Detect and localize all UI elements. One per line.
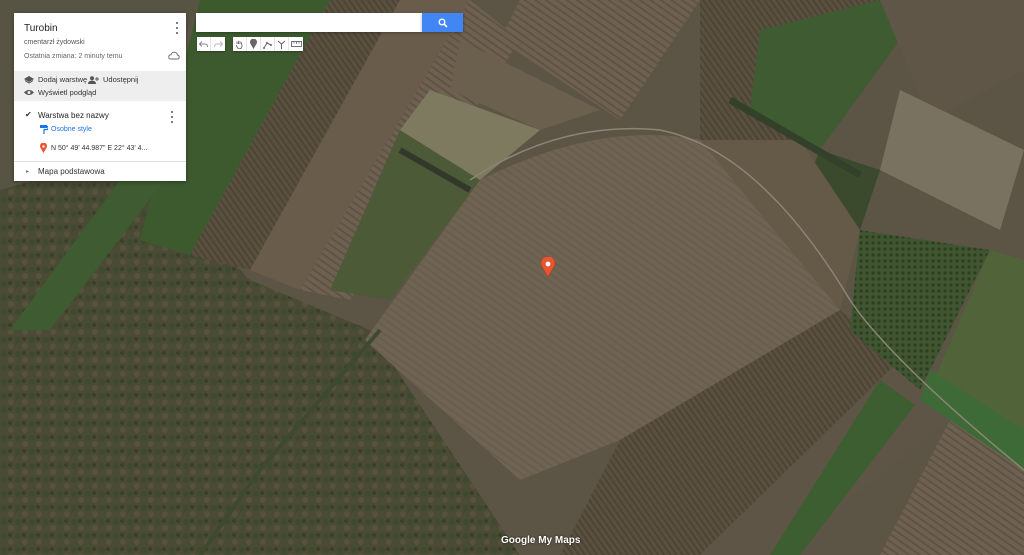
map-options-menu-icon[interactable] <box>172 22 182 34</box>
expand-arrow-icon: ▸ <box>26 169 30 175</box>
layer-item[interactable]: N 50° 49' 44.987" E 22° 43' 4... <box>40 143 147 153</box>
share-label: Udostępnij <box>103 75 139 84</box>
last-change-status: Ostatnia zmiana: 2 minuty temu <box>24 53 123 60</box>
undo-button[interactable] <box>197 37 211 51</box>
eye-icon <box>24 90 34 95</box>
layer-item-label: N 50° 49' 44.987" E 22° 43' 4... <box>51 144 148 152</box>
search-icon <box>438 18 448 28</box>
hand-icon <box>236 40 243 49</box>
add-layer-label: Dodaj warstwę <box>38 75 88 84</box>
paint-roller-icon <box>40 125 48 134</box>
directions-icon <box>277 40 286 49</box>
cloud-saved-icon <box>168 51 180 60</box>
line-icon <box>263 41 272 49</box>
map-sidebar-panel: Turobin cmentarzł żydowski Ostatnia zmia… <box>14 13 186 181</box>
google-my-maps-logo: Google My Maps <box>501 535 581 546</box>
layer-visibility-checkbox[interactable]: ✔ <box>25 111 33 119</box>
layers-icon <box>24 75 34 84</box>
add-person-icon <box>88 75 99 84</box>
layer-options-menu-icon[interactable] <box>167 111 177 123</box>
undo-icon <box>199 40 208 47</box>
marker-icon <box>250 39 257 49</box>
map-title[interactable]: Turobin <box>24 23 58 34</box>
share-button[interactable]: Udostępnij <box>88 75 138 84</box>
redo-button[interactable] <box>211 37 225 51</box>
search-input[interactable] <box>196 13 422 32</box>
undo-redo-group <box>197 37 225 51</box>
redo-icon <box>213 40 223 47</box>
layer-style-link[interactable]: Osobne style <box>40 125 92 134</box>
placemark-icon <box>40 143 47 153</box>
preview-label: Wyświetl podgląd <box>38 88 97 97</box>
basemap-toggle[interactable]: ▸ Mapa podstawowa <box>14 161 186 182</box>
add-layer-button[interactable]: Dodaj warstwę <box>24 75 87 84</box>
preview-button[interactable]: Wyświetl podgląd <box>24 88 96 97</box>
panel-actions-bar: Dodaj warstwę Udostępnij Wyświetl podglą… <box>14 71 186 101</box>
drawing-tools-group <box>233 37 303 51</box>
map-description[interactable]: cmentarzł żydowski <box>24 39 85 46</box>
map-placemark[interactable] <box>541 257 555 277</box>
layer-style-label: Osobne style <box>51 126 92 133</box>
add-marker-button[interactable] <box>247 37 261 51</box>
draw-line-button[interactable] <box>261 37 275 51</box>
layer-name[interactable]: Warstwa bez nazwy <box>38 111 109 120</box>
ruler-icon <box>290 41 302 47</box>
ruler-button[interactable] <box>289 37 303 51</box>
basemap-label: Mapa podstawowa <box>38 167 105 176</box>
pan-tool-button[interactable] <box>233 37 247 51</box>
search-button[interactable] <box>422 13 463 32</box>
directions-button[interactable] <box>275 37 289 51</box>
